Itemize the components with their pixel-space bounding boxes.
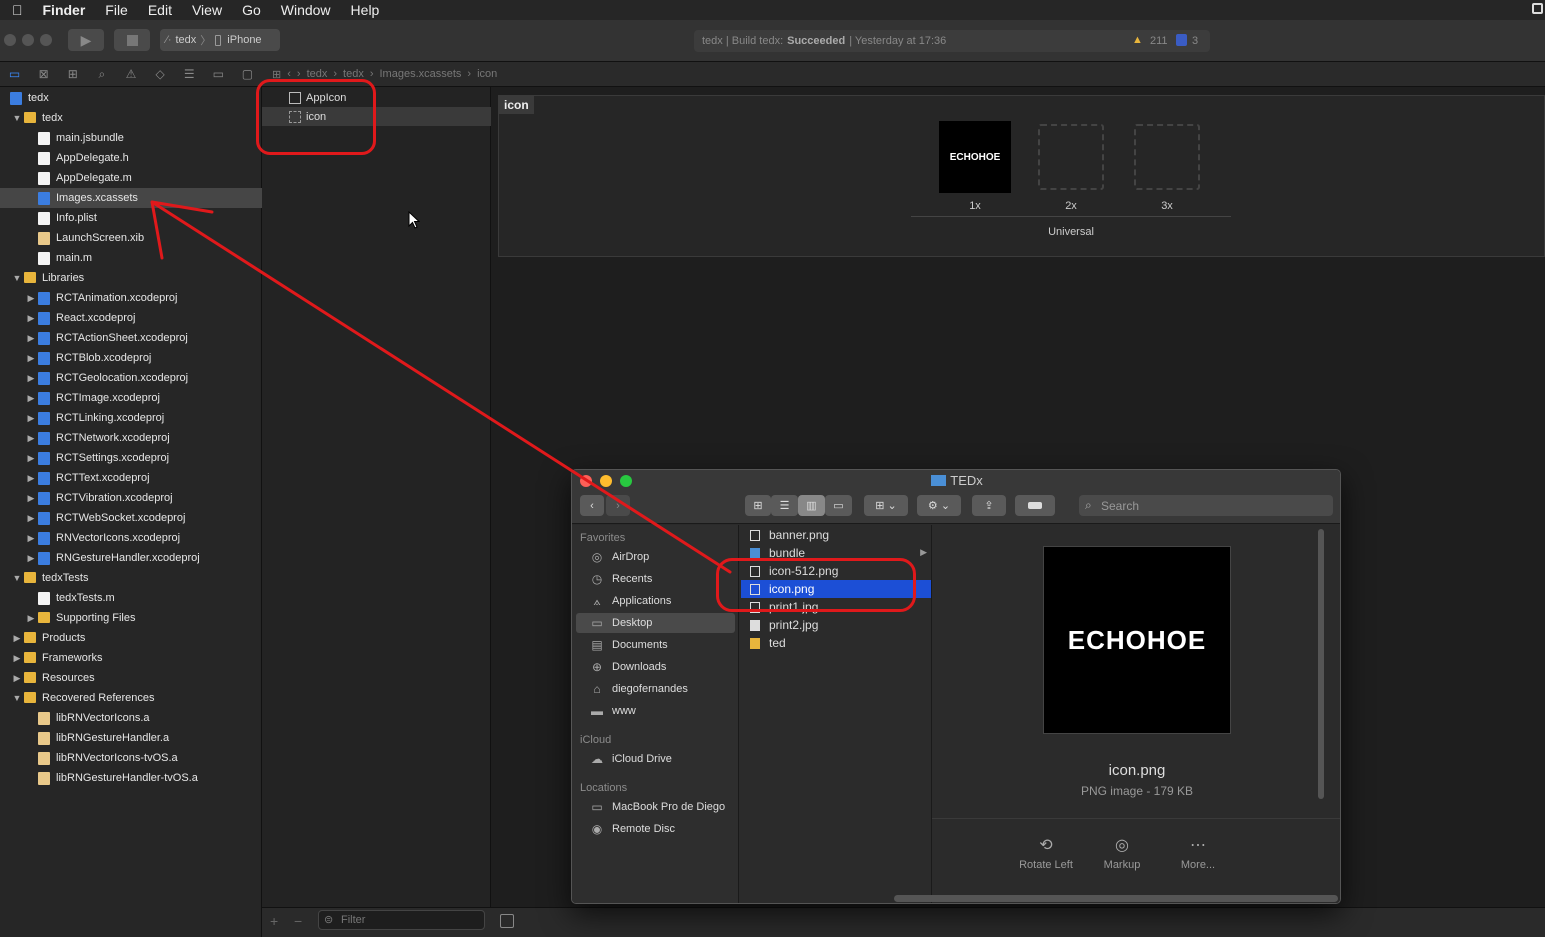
arrow-path xyxy=(150,200,732,574)
annotation-arrow xyxy=(150,200,732,574)
cursor-icon xyxy=(408,211,420,229)
